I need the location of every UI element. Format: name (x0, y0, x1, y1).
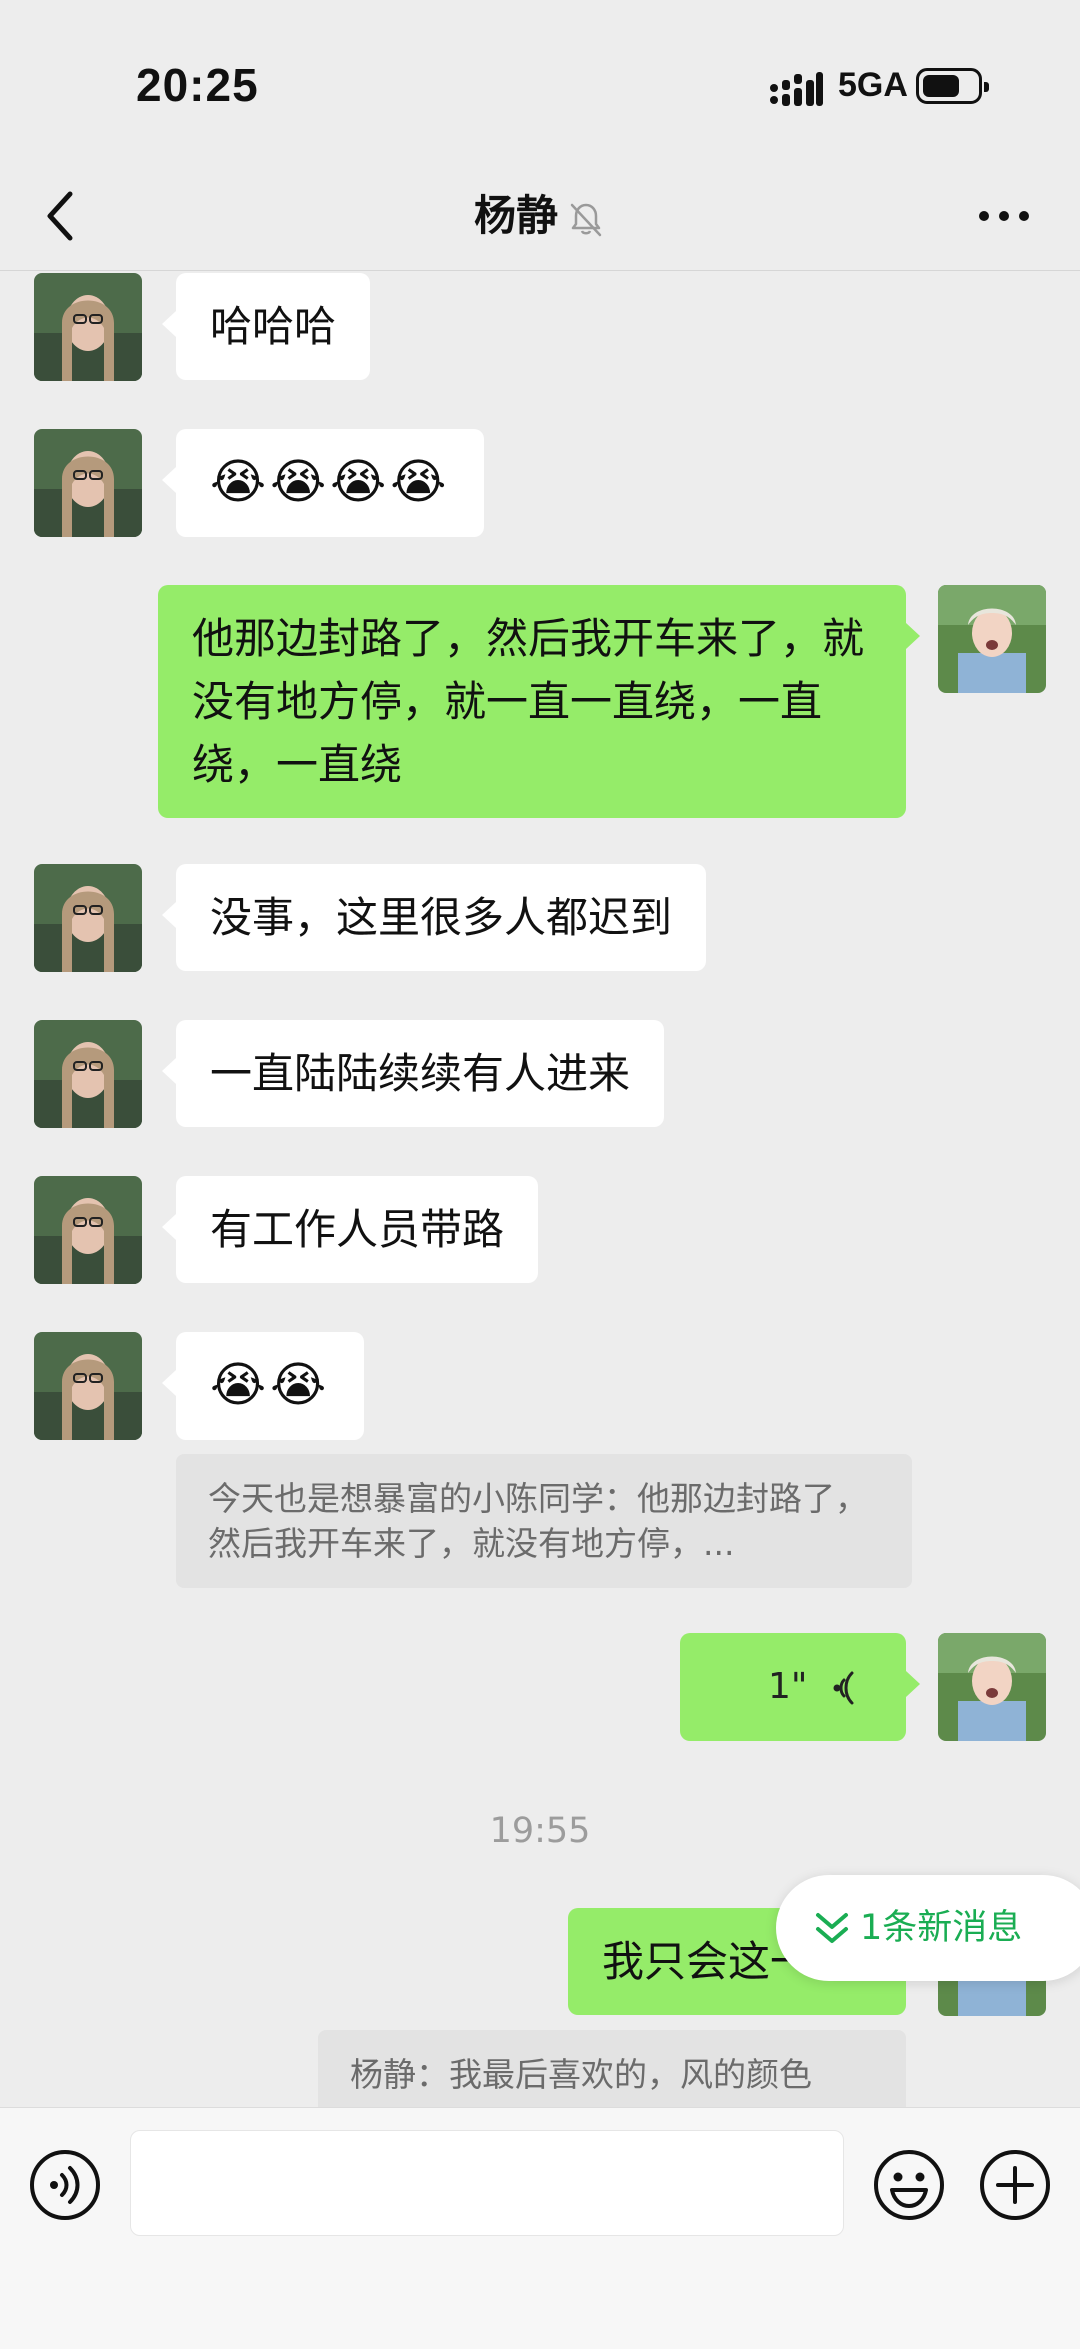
contact-avatar[interactable] (34, 273, 142, 381)
voice-wave-icon (833, 1671, 854, 1705)
message-row: 有工作人员带路 (0, 1176, 1080, 1286)
message-text: 哈哈哈 (210, 302, 337, 351)
incoming-message[interactable]: 一直陆陆续续有人进来 (161, 1020, 665, 1127)
message-row: 没事，这里很多人都迟到 (0, 864, 1080, 974)
message-row: 哈哈哈 (0, 273, 1080, 383)
quoted-reply[interactable]: 杨静：我最后喜欢的，风的颜色 (318, 2030, 906, 2107)
contact-avatar[interactable] (34, 1176, 142, 1284)
quoted-reply[interactable]: 今天也是想暴富的小陈同学：他那边封路了，然后我开车来了，就没有地方停，... (176, 1454, 912, 1588)
emoji-text: 😭😭😭😭 (210, 454, 451, 510)
emoji-text: 😭😭 (210, 1357, 331, 1413)
message-row: 一直陆陆续续有人进来 (0, 1020, 1080, 1130)
contact-avatar[interactable] (34, 864, 142, 972)
message-text: 一直陆陆续续有人进来 (210, 1049, 631, 1098)
battery-icon (916, 68, 989, 104)
contact-avatar[interactable] (34, 1332, 142, 1440)
incoming-message[interactable]: 哈哈哈 (161, 273, 371, 380)
voice-duration: 1" (768, 1666, 808, 1707)
incoming-message[interactable]: 没事，这里很多人都迟到 (161, 864, 707, 971)
new-messages-button[interactable]: 1条新消息 (776, 1875, 1080, 1981)
incoming-message[interactable]: 😭😭 (161, 1332, 365, 1440)
message-input[interactable] (130, 2130, 844, 2236)
emoji-icon[interactable] (872, 2148, 946, 2222)
incoming-message[interactable]: 😭😭😭😭 (161, 429, 485, 537)
input-bar (0, 2107, 1080, 2349)
message-timestamp: 19:55 (489, 1811, 591, 1851)
message-row: 😭😭 今天也是想暴富的小陈同学：他那边封路了，然后我开车来了，就没有地方停，..… (0, 1332, 1080, 1588)
incoming-message[interactable]: 有工作人员带路 (161, 1176, 539, 1283)
mute-bell-icon (570, 203, 602, 236)
message-text: 他那边封路了，然后我开车来了，就没有地方停，就一直一直绕，一直绕，一直绕 (192, 614, 865, 789)
status-time: 20:25 (136, 59, 259, 111)
plus-icon[interactable] (978, 2148, 1052, 2222)
outgoing-message[interactable]: 他那边封路了，然后我开车来了，就没有地方停，就一直一直绕，一直绕，一直绕 (158, 585, 920, 818)
status-bar: 20:25 5GA (0, 0, 1080, 170)
voice-message[interactable]: 1" (680, 1633, 920, 1741)
message-text: 有工作人员带路 (210, 1205, 505, 1254)
chat-title: 杨静 (0, 182, 1080, 243)
my-avatar[interactable] (938, 585, 1046, 693)
message-row: 他那边封路了，然后我开车来了，就没有地方停，就一直一直绕，一直绕，一直绕 (0, 585, 1080, 821)
chat-header: 杨静 (0, 170, 1080, 271)
my-avatar[interactable] (938, 1633, 1046, 1741)
signal-icon (770, 72, 823, 106)
message-text: 没事，这里很多人都迟到 (210, 893, 673, 942)
contact-avatar[interactable] (34, 1020, 142, 1128)
voice-icon[interactable] (28, 2148, 102, 2222)
message-list[interactable]: 哈哈哈 😭😭😭😭 他那边封路了，然后我开车来了，就没有地方停，就一直一直绕，一直… (0, 271, 1080, 2107)
contact-name: 杨静 (473, 191, 558, 240)
network-type: 5GA (838, 66, 908, 104)
more-icon[interactable] (978, 206, 1030, 226)
contact-avatar[interactable] (34, 429, 142, 537)
double-chevron-down-icon (816, 1913, 848, 1943)
new-messages-label: 1条新消息 (860, 1908, 1023, 1948)
message-row: 😭😭😭😭 (0, 429, 1080, 539)
message-row: 1" (0, 1633, 1080, 1743)
quote-text: 今天也是想暴富的小陈同学：他那边封路了，然后我开车来了，就没有地方停，... (208, 1479, 868, 1563)
quote-text: 杨静：我最后喜欢的，风的颜色 (350, 2055, 812, 2094)
